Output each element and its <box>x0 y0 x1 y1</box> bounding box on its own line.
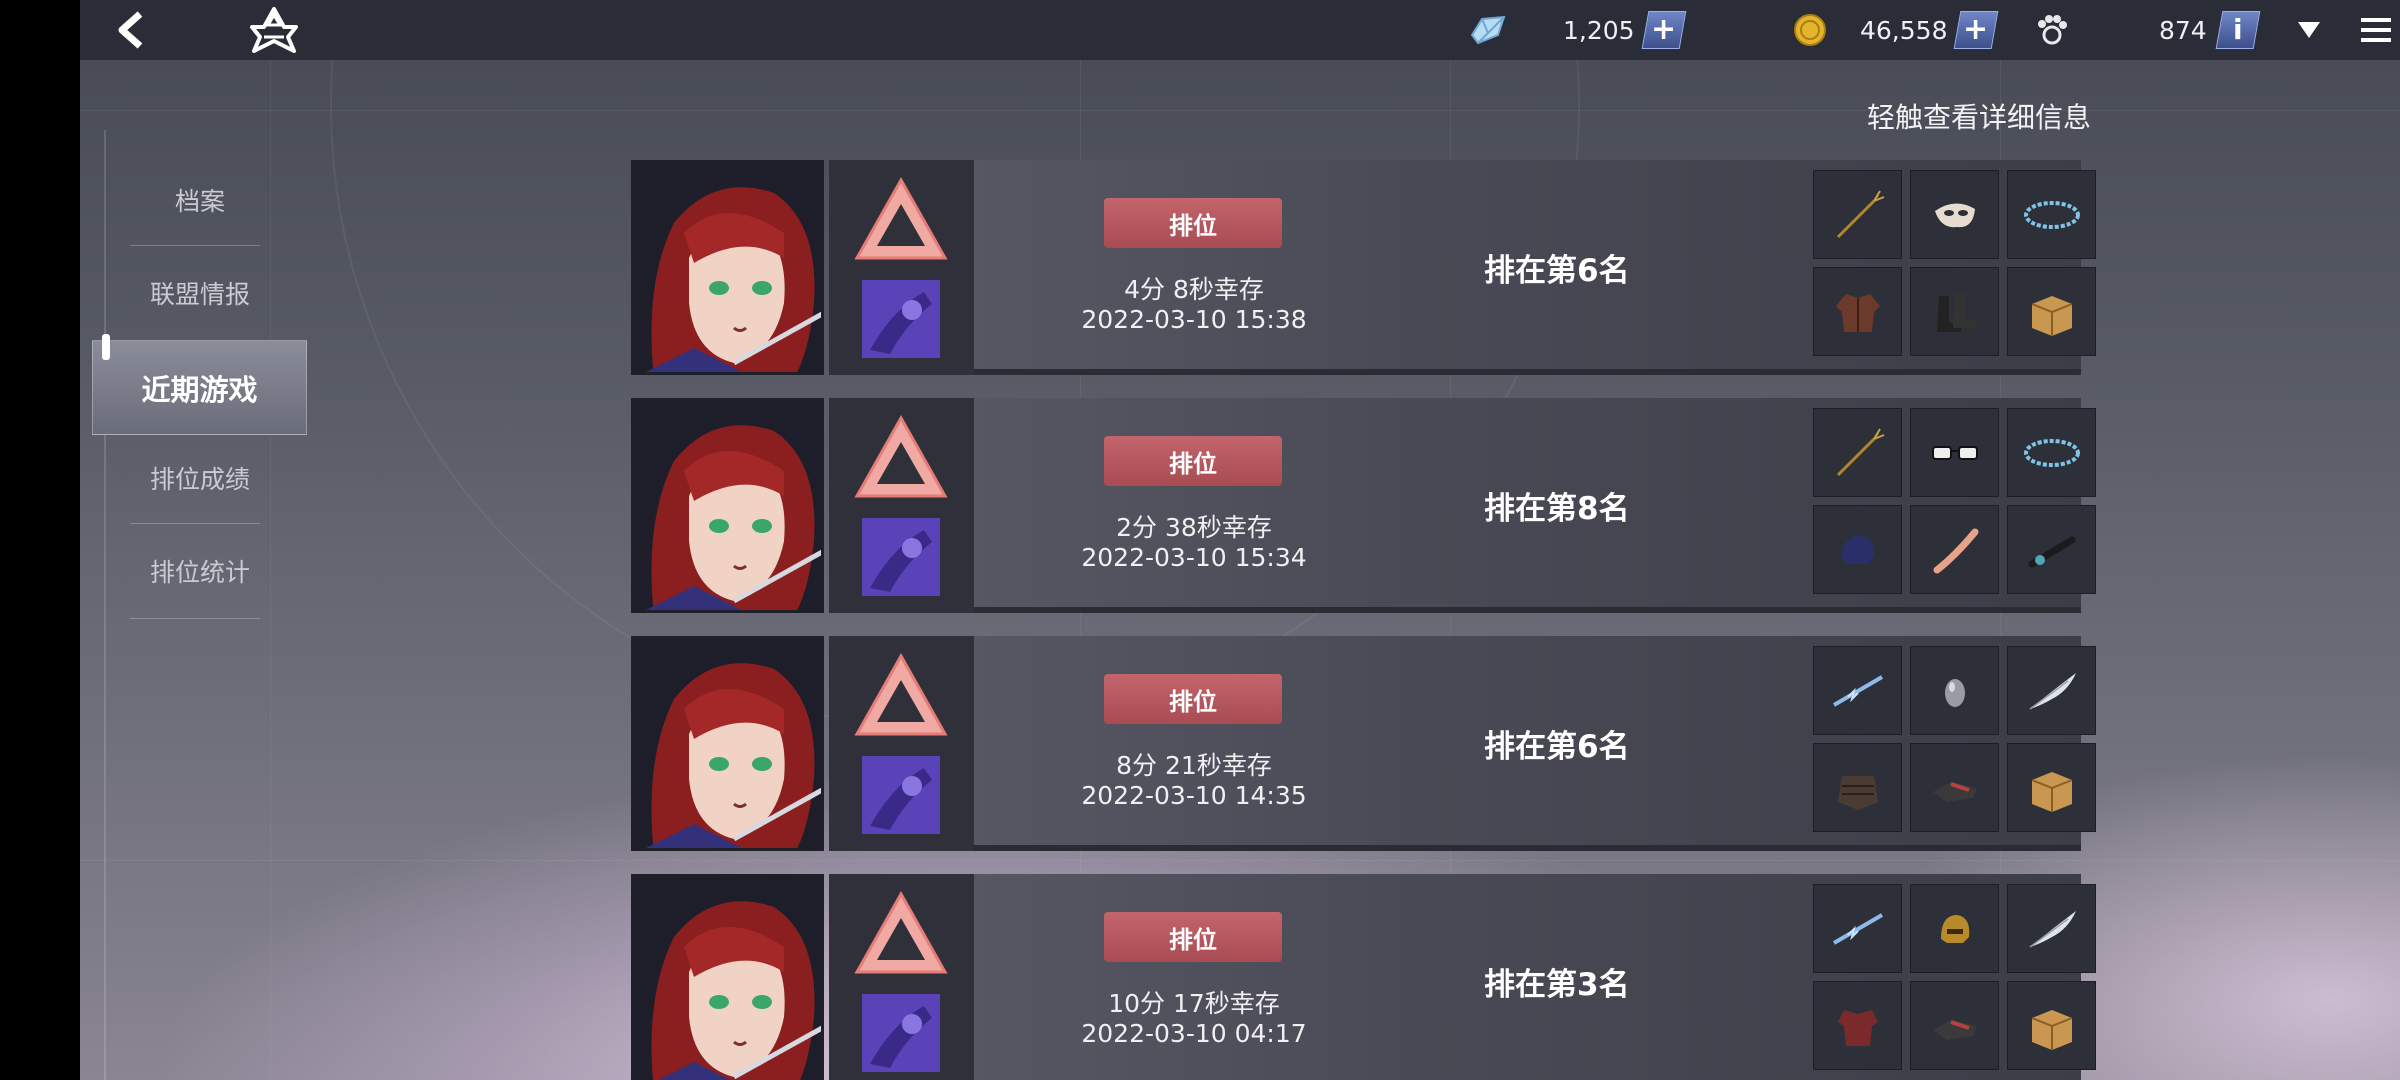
sidebar-item-ranked-results[interactable]: 排位成绩 <box>110 448 290 508</box>
character-portrait[interactable] <box>631 160 824 375</box>
weapon-skill-icon <box>862 280 940 362</box>
survival-time: 8分 21秒幸存 <box>1116 751 1272 780</box>
mode-badge: 排位 <box>1104 198 1282 248</box>
boots-icon[interactable] <box>1910 267 1999 356</box>
sidebar-item-recent-games[interactable]: 近期游戏 <box>92 340 307 435</box>
paw-count: 874 <box>2159 15 2207 45</box>
top-bar: 1,205 + 46,558 + 874 i <box>80 0 2400 60</box>
placement: 排在第3名 <box>1484 967 1630 1003</box>
box-icon[interactable] <box>2007 267 2096 356</box>
currency-paw: 874 i <box>2035 10 2261 50</box>
red-armor-icon[interactable] <box>1813 981 1902 1070</box>
match-row[interactable]: 排位 8分 21秒幸存 2022-03-10 14:35 排在第6名 <box>631 636 2096 851</box>
arm-icon[interactable] <box>1910 505 1999 594</box>
sidebar-item-ranked-stats[interactable]: 排位统计 <box>110 541 290 601</box>
trident-icon[interactable] <box>1813 170 1902 259</box>
glasses-icon[interactable] <box>1910 408 1999 497</box>
dropdown-triangle-icon[interactable] <box>2285 6 2333 54</box>
weapon-skill-icon <box>862 518 940 600</box>
character-portrait[interactable] <box>631 874 824 1080</box>
mode-badge: 排位 <box>1104 674 1282 724</box>
rank-tier-icon <box>851 888 951 982</box>
add-crystal-button[interactable]: + <box>1641 11 1686 49</box>
feather-icon[interactable] <box>2007 646 2096 735</box>
gold-count: 46,558 <box>1860 15 1948 45</box>
paw-icon <box>2035 13 2069 47</box>
grid-line <box>80 860 2400 861</box>
nav-divider <box>130 245 260 246</box>
character-portrait[interactable] <box>631 636 824 851</box>
box-icon[interactable] <box>2007 743 2096 832</box>
rank-tier-icon <box>851 174 951 268</box>
currency-crystal: 1,205 + <box>1468 10 1686 50</box>
hamburger-menu-icon[interactable] <box>2352 6 2400 54</box>
match-row[interactable]: 排位 2分 38秒幸存 2022-03-10 15:34 排在第8名 <box>631 398 2096 613</box>
match-datetime: 2022-03-10 14:35 <box>1081 781 1307 810</box>
bracelet-icon[interactable] <box>2007 170 2096 259</box>
match-row[interactable]: 排位 4分 8秒幸存 2022-03-10 15:38 排在第6名 <box>631 160 2096 375</box>
match-summary: 排位 10分 17秒幸存 2022-03-10 04:17 排在第3名 <box>974 874 2096 1080</box>
match-datetime: 2022-03-10 15:34 <box>1081 543 1307 572</box>
sidebar-item-alliance-info[interactable]: 联盟情报 <box>110 263 290 323</box>
match-summary: 排位 8分 21秒幸存 2022-03-10 14:35 排在第6名 <box>974 636 2096 851</box>
box-icon[interactable] <box>2007 981 2096 1070</box>
tier-column <box>829 874 974 1080</box>
match-summary: 排位 2分 38秒幸存 2022-03-10 15:34 排在第8名 <box>974 398 2096 613</box>
bracelet-icon[interactable] <box>2007 408 2096 497</box>
mode-badge: 排位 <box>1104 436 1282 486</box>
match-summary: 排位 4分 8秒幸存 2022-03-10 15:38 排在第6名 <box>974 160 2096 375</box>
survival-time: 10分 17秒幸存 <box>1108 989 1280 1018</box>
survival-time: 2分 38秒幸存 <box>1116 513 1272 542</box>
mask-icon[interactable] <box>1910 170 1999 259</box>
lightning-spear-icon[interactable] <box>1813 646 1902 735</box>
mode-badge: 排位 <box>1104 912 1282 962</box>
sidebar-item-profile[interactable]: 档案 <box>110 170 290 230</box>
back-arrow-icon[interactable] <box>108 6 156 54</box>
character-portrait[interactable] <box>631 398 824 613</box>
item-grid <box>1813 884 2096 1074</box>
gauntlet-icon[interactable] <box>1910 743 1999 832</box>
add-gold-button[interactable]: + <box>1954 11 1999 49</box>
currency-gold: 46,558 + <box>1792 10 1999 50</box>
star-emblem-icon[interactable] <box>250 6 298 54</box>
placement: 排在第6名 <box>1484 253 1630 289</box>
nav-divider <box>130 618 260 619</box>
survival-time: 4分 8秒幸存 <box>1124 275 1264 304</box>
helmet-icon[interactable] <box>1813 505 1902 594</box>
tier-column <box>829 398 974 613</box>
item-grid <box>1813 646 2096 836</box>
rank-tier-icon <box>851 650 951 744</box>
game-screen: 1,205 + 46,558 + 874 i 档案 联盟情报 近期游戏 排位成绩… <box>80 0 2400 1080</box>
match-datetime: 2022-03-10 04:17 <box>1081 1019 1307 1048</box>
tap-hint: 轻触查看详细信息 <box>1867 101 2092 134</box>
item-grid <box>1813 170 2096 360</box>
placement: 排在第8名 <box>1484 491 1630 527</box>
armor-icon[interactable] <box>1813 743 1902 832</box>
match-row[interactable]: 排位 10分 17秒幸存 2022-03-10 04:17 排在第3名 <box>631 874 2096 1080</box>
tier-column <box>829 636 974 851</box>
nav-divider <box>130 523 260 524</box>
golden-helmet-icon[interactable] <box>1910 884 1999 973</box>
gold-coin-icon <box>1792 12 1828 48</box>
lightning-spear-icon[interactable] <box>1813 884 1902 973</box>
weapon-skill-icon <box>862 756 940 838</box>
nav-track <box>104 130 106 1080</box>
scope-icon[interactable] <box>2007 505 2096 594</box>
crystal-icon <box>1468 13 1508 47</box>
weapon-skill-icon <box>862 994 940 1076</box>
placement: 排在第6名 <box>1484 729 1630 765</box>
trident-icon[interactable] <box>1813 408 1902 497</box>
feather-icon[interactable] <box>2007 884 2096 973</box>
egg-icon[interactable] <box>1910 646 1999 735</box>
match-datetime: 2022-03-10 15:38 <box>1081 305 1307 334</box>
crystal-count: 1,205 <box>1563 15 1635 45</box>
item-grid <box>1813 408 2096 598</box>
gauntlet-icon[interactable] <box>1910 981 1999 1070</box>
active-indicator <box>102 334 110 360</box>
info-button[interactable]: i <box>2215 11 2261 49</box>
rank-tier-icon <box>851 412 951 506</box>
tier-column <box>829 160 974 375</box>
jacket-icon[interactable] <box>1813 267 1902 356</box>
